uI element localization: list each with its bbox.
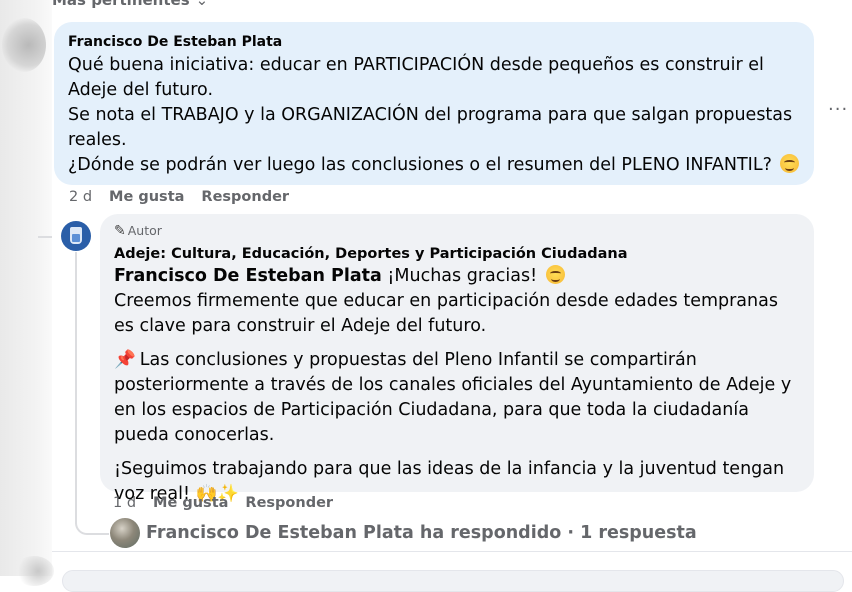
next-comment-fragment — [62, 570, 844, 592]
reply-text: Francisco De Esteban Plata ¡Muchas graci… — [114, 264, 800, 507]
reply-author[interactable]: Adeje: Cultura, Educación, Deportes y Pa… — [114, 245, 800, 263]
glass-logo-icon — [70, 227, 82, 244]
chevron-down-icon: ⌄ — [195, 0, 209, 9]
mention-tag[interactable]: Francisco De Esteban Plata — [114, 266, 382, 286]
like-button[interactable]: Me gusta — [109, 189, 184, 205]
comment-bubble: Francisco De Esteban Plata Qué buena ini… — [54, 22, 814, 185]
comment-text: Qué buena iniciativa: educar en PARTICIP… — [68, 53, 800, 178]
reply-time[interactable]: 1 d — [113, 495, 136, 511]
view-replies-link[interactable]: Francisco De Esteban Plata ha respondido… — [110, 518, 697, 548]
background-post-edge — [0, 0, 54, 586]
comments-sort-menu[interactable]: Más pertinentes ⌄ — [52, 0, 208, 9]
author-badge-label: Autor — [127, 223, 162, 238]
blurred-image-fragment — [2, 18, 46, 72]
reply-button[interactable]: Responder — [201, 189, 289, 205]
thread-line — [75, 252, 77, 524]
comment-actions: 2 d Me gusta Responder — [69, 189, 306, 205]
smiling-face-emoji-icon — [545, 265, 565, 284]
divider — [52, 551, 852, 552]
more-options-icon[interactable]: ... — [828, 94, 848, 115]
comment-line: Se nota el TRABAJO y la ORGANIZACIÓN del… — [68, 105, 793, 150]
reply-greeting: ¡Muchas gracias! — [387, 266, 538, 286]
pushpin-icon: 📌 — [114, 350, 136, 370]
thread-connector — [38, 236, 52, 238]
replies-summary: Francisco De Esteban Plata ha respondido… — [146, 523, 697, 543]
avatar — [110, 518, 140, 548]
sort-label: Más pertinentes — [52, 0, 190, 9]
reply-bubble: ✎ Autor Adeje: Cultura, Educación, Deport… — [100, 214, 814, 504]
thread-line-curve — [75, 508, 109, 535]
pen-icon: ✎ — [114, 223, 126, 239]
reply-paragraph: Las conclusiones y propuestas del Pleno … — [114, 350, 792, 445]
comment-line: Qué buena iniciativa: educar en PARTICIP… — [68, 55, 764, 100]
reply-actions: 1 d Me gusta Responder — [113, 495, 350, 511]
comment-line: ¿Dónde se podrán ver luego las conclusio… — [68, 155, 772, 175]
reply-paragraph: Creemos firmemente que educar en partici… — [114, 291, 778, 336]
reply-button[interactable]: Responder — [245, 495, 333, 511]
blurred-image-fragment — [14, 556, 54, 586]
comment-author[interactable]: Francisco De Esteban Plata — [68, 34, 800, 50]
page-avatar[interactable] — [61, 221, 91, 251]
comment-time[interactable]: 2 d — [69, 189, 92, 205]
author-badge: ✎ Autor — [114, 223, 800, 239]
like-button[interactable]: Me gusta — [153, 495, 228, 511]
smiling-face-emoji-icon — [780, 154, 800, 173]
